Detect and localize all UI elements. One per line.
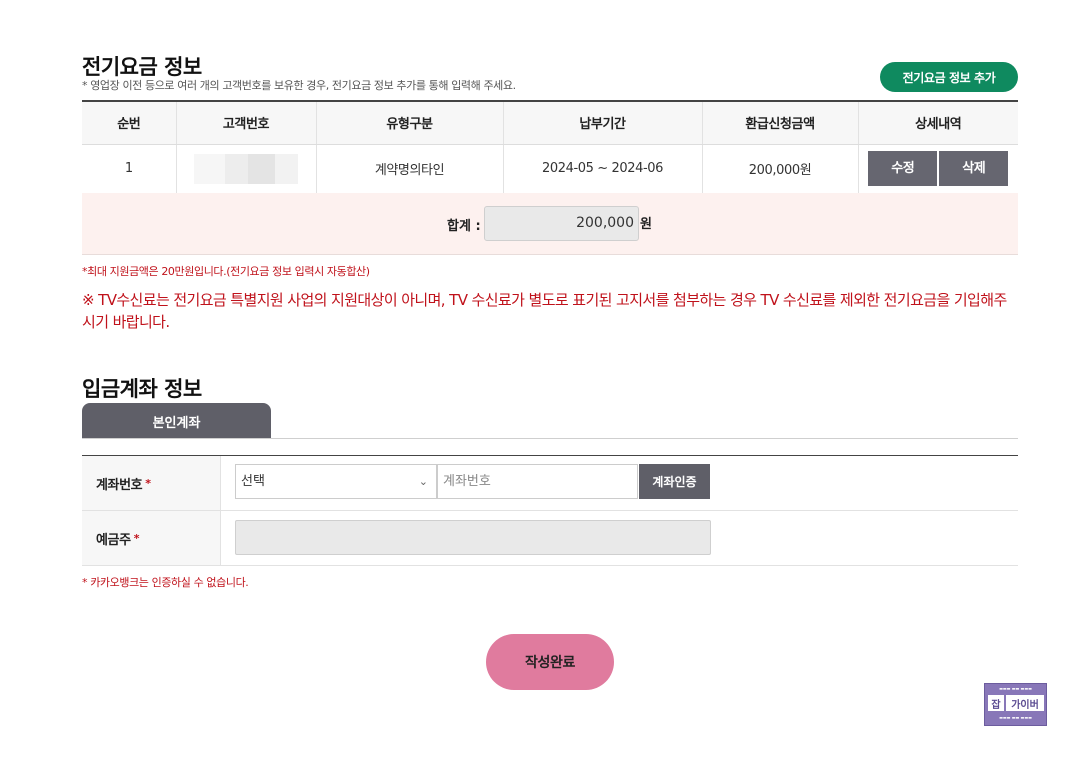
badge-logo: 잡 xyxy=(988,695,1004,711)
add-electric-info-button[interactable]: 전기요금 정보 추가 xyxy=(880,62,1018,92)
badge-text: 가이버 xyxy=(1006,695,1044,711)
account-verify-button[interactable]: 계좌인증 xyxy=(639,464,710,499)
electric-table: 순번 고객번호 유형구분 납부기간 환급신청금액 상세내역 1 계약명의타인 2… xyxy=(82,100,1018,194)
required-mark: * xyxy=(145,476,151,490)
tab-divider xyxy=(82,438,1018,439)
col-header-detail: 상세내역 xyxy=(858,100,1018,145)
badge-bottom-line: ▬▬▬ ▬▬ ▬▬▬ xyxy=(999,715,1032,720)
total-amount-field: 200,000 xyxy=(484,206,639,241)
submit-button[interactable]: 작성완료 xyxy=(486,634,614,690)
row-customer-no xyxy=(176,144,317,194)
account-section-title: 입금계좌 정보 xyxy=(82,377,202,401)
row-type: 계약명의타인 xyxy=(316,144,504,194)
table-header-row: 순번 고객번호 유형구분 납부기간 환급신청금액 상세내역 xyxy=(82,100,1018,145)
total-unit: 원 xyxy=(640,217,652,232)
row-actions: 수정 삭제 xyxy=(858,144,1018,194)
tab-own-account[interactable]: 본인계좌 xyxy=(82,403,271,439)
col-header-period: 납부기간 xyxy=(503,100,703,145)
required-mark: * xyxy=(133,531,140,545)
bank-select[interactable]: 선택 ⌄ xyxy=(235,464,437,499)
col-header-customer-no: 고객번호 xyxy=(176,100,317,145)
electric-section-desc: * 영업장 이전 등으로 여러 개의 고객번호를 보유한 경우, 전기요금 정보… xyxy=(82,79,516,92)
account-holder-field xyxy=(235,520,711,555)
tv-fee-notice: ※ TV수신료는 전기요금 특별지원 사업의 지원대상이 아니며, TV 수신료… xyxy=(82,291,1007,331)
masked-customer-no xyxy=(194,153,298,184)
badge-top-line: ▬▬▬ ▬▬ ▬▬▬ xyxy=(999,686,1032,691)
account-number-row: 계좌번호* 선택 ⌄ 계좌인증 xyxy=(82,456,1018,511)
total-row: 합계 : 200,000 원 xyxy=(82,193,1018,255)
col-header-type: 유형구분 xyxy=(316,100,504,145)
watermark-badge: ▬▬▬ ▬▬ ▬▬▬ 잡 가이버 ▬▬▬ ▬▬ ▬▬▬ xyxy=(984,683,1047,726)
kakao-bank-note: * 카카오뱅크는 인증하실 수 없습니다. xyxy=(82,576,249,589)
account-number-input[interactable] xyxy=(437,464,638,499)
table-row: 1 계약명의타인 2024-05 ~ 2024-06 200,000원 수정 삭제 xyxy=(82,144,1018,194)
row-amount: 200,000원 xyxy=(702,144,859,194)
col-header-no: 순번 xyxy=(82,100,177,145)
col-header-amount: 환급신청금액 xyxy=(702,100,859,145)
edit-button[interactable]: 수정 xyxy=(868,151,938,186)
account-holder-row: 예금주 * xyxy=(82,511,1018,566)
account-form: 계좌번호* 선택 ⌄ 계좌인증 예금주* xyxy=(82,455,1018,566)
chevron-down-icon: ⌄ xyxy=(418,475,428,488)
max-support-note: *최대 지원금액은 20만원입니다.(전기요금 정보 입력시 자동합산) xyxy=(82,265,370,278)
account-number-label: 계좌번호 * xyxy=(82,456,221,510)
total-label: 합계 : xyxy=(447,219,481,234)
delete-button[interactable]: 삭제 xyxy=(939,151,1009,186)
account-holder-label: 예금주 * xyxy=(82,511,221,565)
row-no: 1 xyxy=(82,144,177,194)
row-period: 2024-05 ~ 2024-06 xyxy=(503,144,703,194)
